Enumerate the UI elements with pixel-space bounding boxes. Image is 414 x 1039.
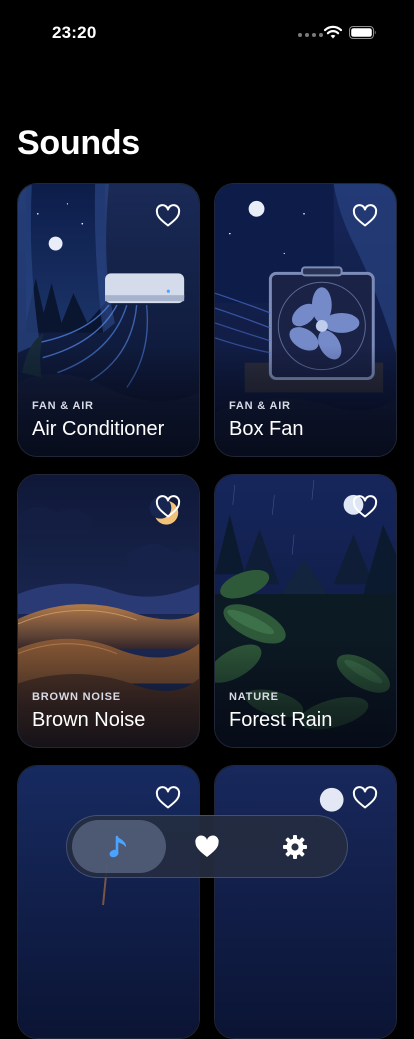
card-title: Air Conditioner bbox=[32, 418, 165, 440]
battery-icon bbox=[349, 26, 376, 39]
card-category: NATURE bbox=[229, 691, 279, 703]
card-title: Forest Rain bbox=[229, 709, 333, 731]
signal-icon bbox=[298, 33, 323, 37]
favorite-heart-icon[interactable] bbox=[352, 495, 378, 519]
card-title: Box Fan bbox=[229, 418, 304, 440]
card-category: BROWN NOISE bbox=[32, 691, 121, 703]
sound-card-5[interactable] bbox=[17, 765, 200, 1039]
gear-icon bbox=[283, 834, 307, 859]
page-title: Sounds bbox=[17, 124, 140, 162]
sound-card-forest-rain[interactable]: NATURE Forest Rain bbox=[214, 474, 397, 748]
music-note-icon bbox=[109, 835, 126, 857]
card-category: FAN & AIR bbox=[229, 400, 291, 412]
sound-card-6[interactable] bbox=[214, 765, 397, 1039]
tab-settings[interactable] bbox=[248, 820, 342, 873]
favorite-heart-icon[interactable] bbox=[155, 786, 181, 810]
wifi-icon bbox=[323, 25, 343, 39]
status-bar: 23:20 bbox=[0, 0, 414, 64]
card-category: FAN & AIR bbox=[32, 400, 94, 412]
status-time: 23:20 bbox=[52, 23, 97, 42]
favorite-heart-icon[interactable] bbox=[352, 204, 378, 228]
tab-favorites[interactable] bbox=[160, 820, 254, 873]
heart-icon bbox=[195, 834, 219, 857]
favorite-heart-icon[interactable] bbox=[155, 204, 181, 228]
favorite-heart-icon[interactable] bbox=[352, 786, 378, 810]
card-title: Brown Noise bbox=[32, 709, 146, 731]
favorite-heart-icon[interactable] bbox=[155, 495, 181, 519]
tab-sounds[interactable] bbox=[72, 820, 166, 873]
sound-card-box-fan[interactable]: FAN & AIR Box Fan bbox=[214, 183, 397, 457]
tab-bar bbox=[66, 815, 348, 878]
sound-card-brown-noise[interactable]: BROWN NOISE Brown Noise bbox=[17, 474, 200, 748]
sound-card-air-conditioner[interactable]: FAN & AIR Air Conditioner bbox=[17, 183, 200, 457]
